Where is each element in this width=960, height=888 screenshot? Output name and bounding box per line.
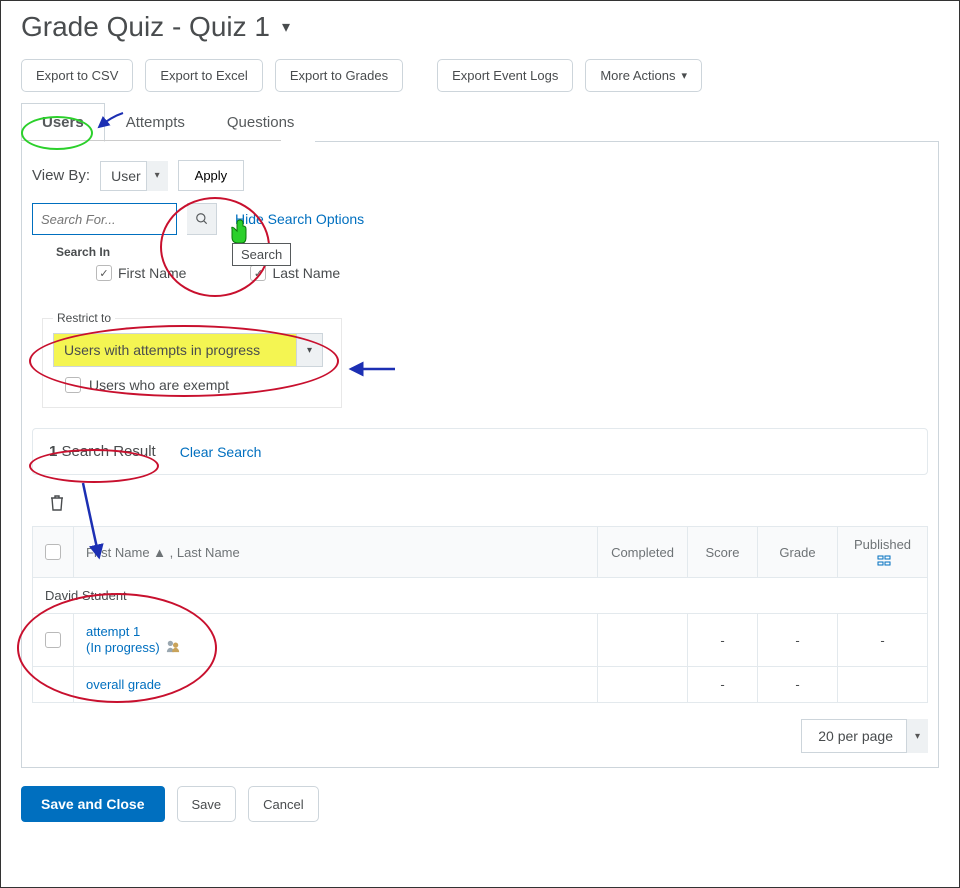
col-score: Score — [688, 527, 758, 578]
table-row: overall grade - - — [33, 667, 928, 703]
exempt-label: Users who are exempt — [89, 377, 229, 393]
select-all-header — [33, 527, 74, 578]
export-grades-button[interactable]: Export to Grades — [275, 59, 403, 92]
restrict-to-legend: Restrict to — [53, 311, 115, 325]
grade-cell: - — [758, 667, 838, 703]
chevron-down-icon: ▾ — [906, 719, 928, 753]
grade-cell: - — [758, 614, 838, 667]
impersonate-icon[interactable] — [166, 639, 180, 656]
export-excel-button[interactable]: Export to Excel — [145, 59, 262, 92]
result-suffix: Search Result — [57, 443, 155, 460]
col-name[interactable]: First Name ▲ , Last Name — [74, 527, 598, 578]
table-row: attempt 1 (In progress) - - - — [33, 614, 928, 667]
col-published: Published — [838, 527, 928, 578]
tabs: Users Attempts Questions — [21, 102, 939, 141]
tab-users[interactable]: Users — [21, 103, 105, 142]
checkbox-icon — [250, 265, 266, 281]
action-toolbar: Export to CSV Export to Excel Export to … — [1, 55, 959, 102]
restrict-to-group: Restrict to Users with attempts in progr… — [42, 311, 342, 408]
search-in-label: Search In — [56, 245, 928, 259]
published-label: Published — [854, 537, 911, 552]
select-all-checkbox[interactable] — [45, 544, 61, 560]
chevron-down-icon: ▾ — [146, 161, 168, 191]
save-and-close-button[interactable]: Save and Close — [21, 786, 165, 822]
export-event-logs-button[interactable]: Export Event Logs — [437, 59, 573, 92]
completed-cell — [598, 614, 688, 667]
per-page-select[interactable]: 20 per page ▾ — [801, 719, 928, 753]
overall-grade-link[interactable]: overall grade — [86, 677, 161, 692]
exempt-checkbox[interactable] — [65, 377, 81, 393]
hide-search-options-link[interactable]: Hide Search Options — [235, 211, 364, 227]
chevron-down-icon[interactable]: ▾ — [282, 17, 290, 37]
chevron-down-icon: ▾ — [296, 334, 322, 366]
clear-search-link[interactable]: Clear Search — [180, 444, 262, 460]
first-name-checkbox[interactable]: First Name — [96, 265, 186, 281]
save-button[interactable]: Save — [177, 786, 237, 822]
view-by-select[interactable]: User ▾ — [100, 161, 168, 191]
chevron-down-icon: ▾ — [681, 69, 687, 82]
tab-questions[interactable]: Questions — [206, 103, 316, 142]
published-icon[interactable] — [877, 555, 891, 567]
page-title-text: Grade Quiz - Quiz 1 — [21, 11, 270, 43]
last-name-label: Last Name — [272, 265, 340, 281]
last-name-checkbox[interactable]: Last Name — [250, 265, 340, 281]
view-by-label: View By: — [32, 167, 90, 184]
col-grade: Grade — [758, 527, 838, 578]
delete-button[interactable] — [50, 495, 928, 516]
tab-attempts[interactable]: Attempts — [105, 103, 206, 142]
score-cell: - — [688, 667, 758, 703]
search-button[interactable] — [187, 203, 217, 235]
search-icon — [195, 212, 209, 226]
col-completed: Completed — [598, 527, 688, 578]
apply-button[interactable]: Apply — [178, 160, 245, 191]
export-csv-button[interactable]: Export to CSV — [21, 59, 133, 92]
score-cell: - — [688, 614, 758, 667]
attempt-link[interactable]: attempt 1 — [86, 624, 140, 639]
trash-icon — [50, 495, 64, 511]
cancel-button[interactable]: Cancel — [248, 786, 318, 822]
search-tooltip: Search — [232, 243, 291, 266]
results-table: First Name ▲ , Last Name Completed Score… — [32, 526, 928, 703]
search-input[interactable] — [32, 203, 177, 235]
first-name-label: First Name — [118, 265, 186, 281]
published-cell: - — [838, 614, 928, 667]
row-checkbox[interactable] — [45, 632, 61, 648]
search-result-count: 1 Search Result — [49, 443, 156, 460]
more-actions-button[interactable]: More Actions ▾ — [585, 59, 702, 92]
page-title: Grade Quiz - Quiz 1 ▾ — [1, 1, 959, 55]
restrict-to-select[interactable]: Users with attempts in progress ▾ — [53, 333, 323, 367]
student-name-row: David Student — [33, 578, 928, 614]
tab-underline — [21, 140, 281, 141]
more-actions-label: More Actions — [600, 68, 675, 83]
checkbox-icon — [96, 265, 112, 281]
attempt-status: (In progress) — [86, 640, 160, 655]
restrict-value: Users with attempts in progress — [64, 342, 260, 358]
